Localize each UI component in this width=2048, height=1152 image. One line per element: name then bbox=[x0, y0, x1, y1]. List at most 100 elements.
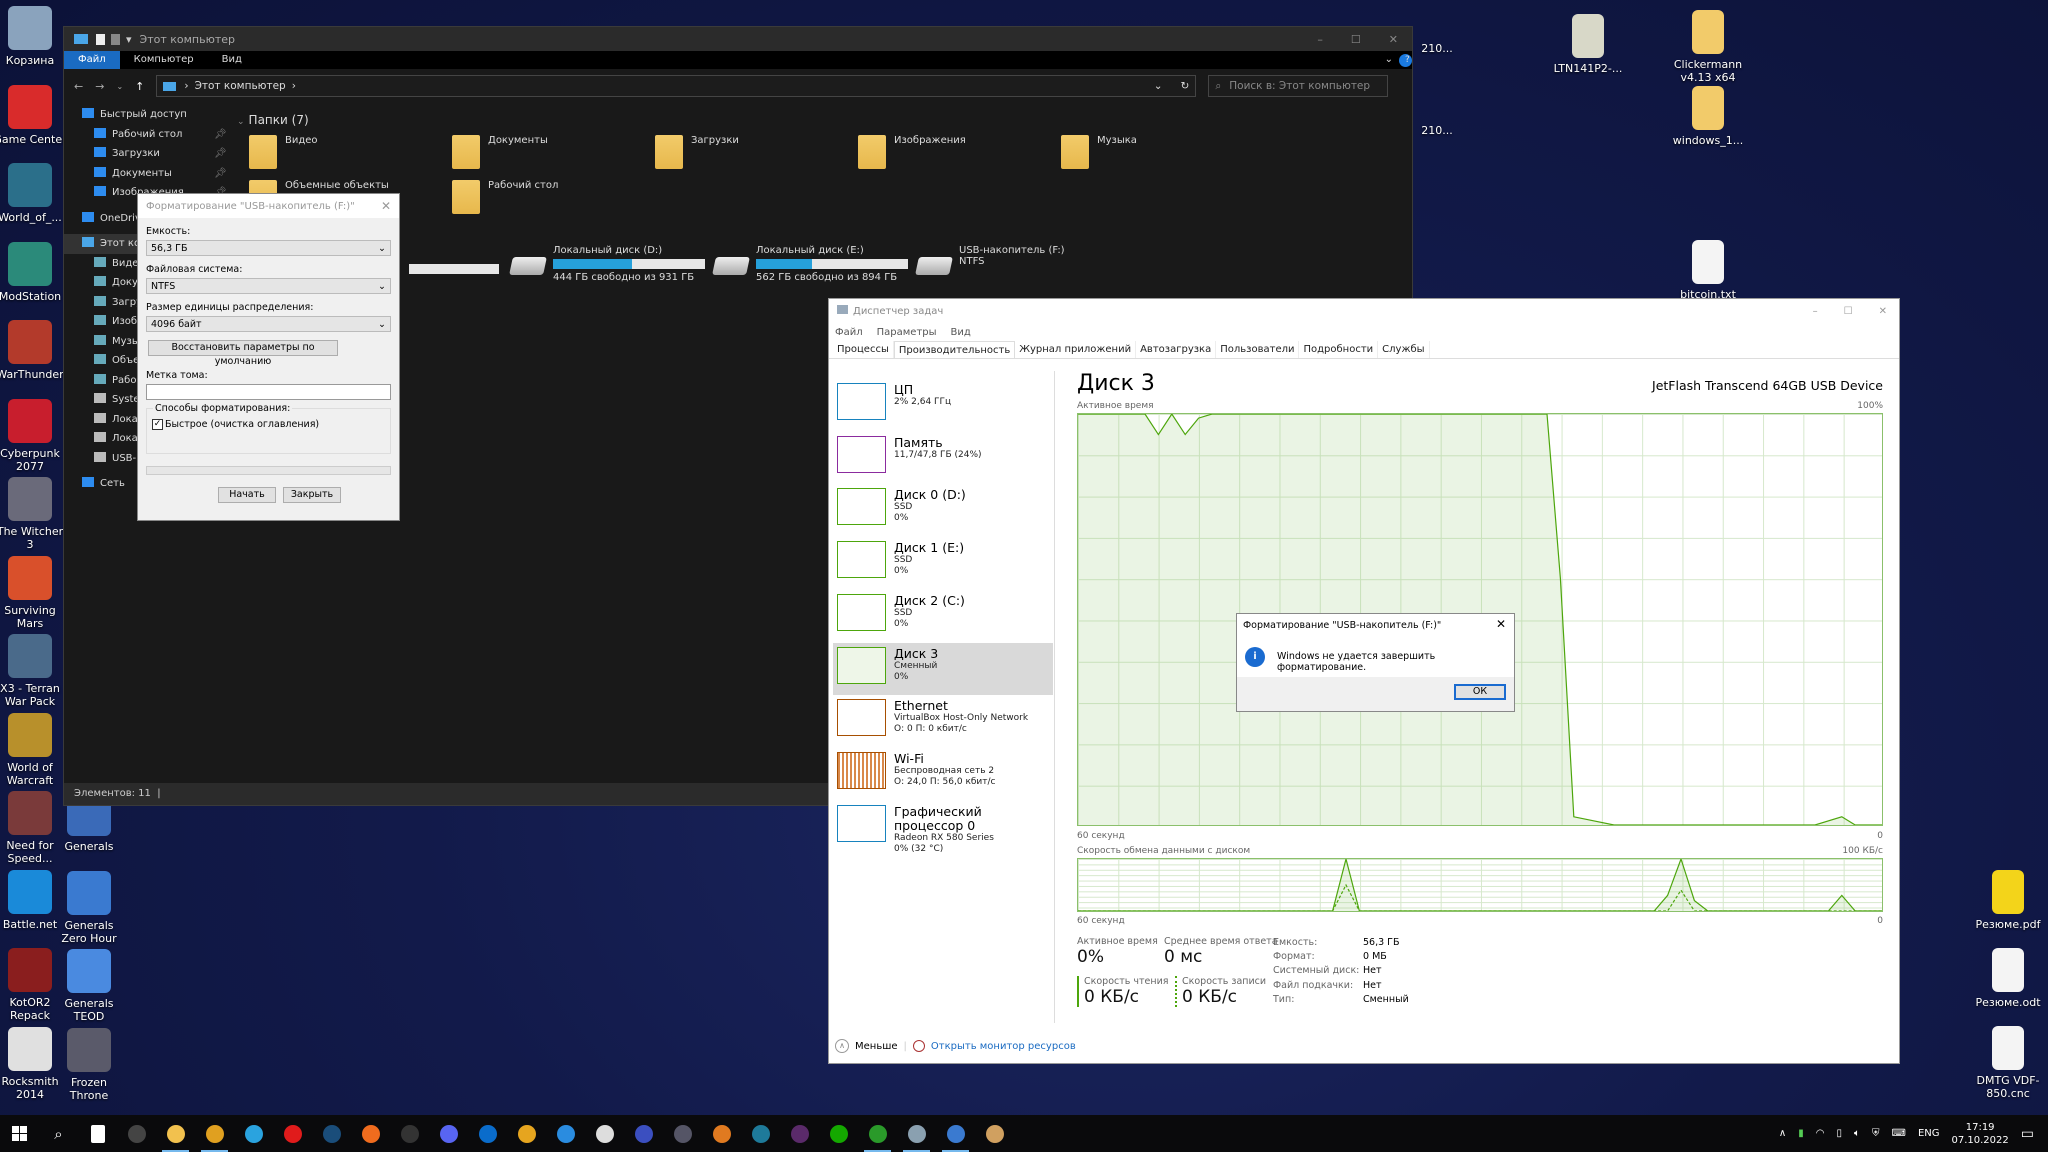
taskbar-app-xbox[interactable] bbox=[858, 1115, 897, 1152]
close-icon[interactable]: ✕ bbox=[381, 199, 391, 213]
desktop-icon-partial[interactable]: 210... bbox=[1412, 42, 1462, 55]
folder-item[interactable]: Документы bbox=[452, 135, 548, 169]
tab-1[interactable]: Производительность bbox=[893, 341, 1016, 358]
notifications-icon[interactable]: ▭ bbox=[2021, 1126, 2034, 1142]
folder-item[interactable]: Рабочий стол bbox=[452, 180, 558, 214]
ribbon-tab-file[interactable]: Файл bbox=[64, 51, 120, 69]
taskbar-app-layers-app[interactable] bbox=[507, 1115, 546, 1152]
maximize-button[interactable]: ☐ bbox=[1351, 33, 1361, 46]
tab-3[interactable]: Автозагрузка bbox=[1136, 341, 1217, 358]
taskbar-app-resource-monitor[interactable] bbox=[897, 1115, 936, 1152]
menu-view[interactable]: Вид bbox=[951, 327, 971, 338]
expand-ribbon-icon[interactable]: ⌄ bbox=[1379, 51, 1399, 69]
start-button[interactable] bbox=[0, 1115, 39, 1152]
minimize-button[interactable]: – bbox=[1317, 33, 1323, 46]
security-icon[interactable]: ⛨ bbox=[1872, 1128, 1880, 1139]
taskbar-app-steam[interactable] bbox=[312, 1115, 351, 1152]
desktop-icon[interactable]: World_of_... bbox=[0, 163, 68, 224]
desktop-icon[interactable]: ModStation bbox=[0, 241, 68, 303]
desktop-icon[interactable]: DMTG VDF-850.cnc bbox=[1970, 1026, 2046, 1100]
taskbar-app-gog-galaxy[interactable] bbox=[702, 1115, 741, 1152]
close-button[interactable]: Закрыть bbox=[283, 487, 341, 503]
desktop-icon[interactable]: Резюме.odt bbox=[1970, 948, 2046, 1009]
drive-item[interactable]: USB-накопитель (F:) NTFS bbox=[915, 245, 1065, 275]
perf-item[interactable]: Wi-Fi Беспроводная сеть 2 О: 24,0 П: 56,0 … bbox=[833, 748, 1053, 800]
perf-item[interactable]: Память 11,7/47,8 ГБ (24%) bbox=[833, 432, 1053, 484]
quick-access-dropdown-icon[interactable]: ▾ bbox=[126, 33, 132, 46]
desktop-icon[interactable]: Generals Zero Hour bbox=[51, 870, 127, 945]
taskbar-app-app-purple[interactable] bbox=[780, 1115, 819, 1152]
taskbar-app-qbittorrent[interactable] bbox=[936, 1115, 975, 1152]
pin-icon[interactable]: 📌︎ bbox=[214, 125, 227, 145]
quick-format-option[interactable]: ✓ Быстрое (очистка оглавления) bbox=[152, 419, 390, 430]
breadcrumb-this-pc[interactable]: Этот компьютер bbox=[195, 80, 286, 92]
nav-item[interactable]: Быстрый доступ bbox=[64, 105, 229, 125]
close-button[interactable]: ✕ bbox=[1879, 306, 1887, 317]
usb-icon[interactable]: ▯ bbox=[1836, 1128, 1842, 1139]
perf-item[interactable]: Графический процессор 0 Radeon RX 580 Ser… bbox=[833, 801, 1053, 854]
taskbar-app-terminal[interactable] bbox=[117, 1115, 156, 1152]
show-hidden-icons[interactable]: ∧ bbox=[1779, 1128, 1786, 1139]
perf-item[interactable]: Диск 3 Сменный 0% bbox=[833, 642, 1053, 695]
allocation-size-select[interactable]: 4096 байт ⌄ bbox=[146, 316, 391, 332]
taskbar-app-panel-app[interactable] bbox=[741, 1115, 780, 1152]
start-button[interactable]: Начать bbox=[218, 487, 276, 503]
taskbar-app-app-flame[interactable] bbox=[624, 1115, 663, 1152]
desktop-icon-partial[interactable]: 210... bbox=[1412, 124, 1462, 137]
taskbar-app-vscode[interactable] bbox=[546, 1115, 585, 1152]
tab-5[interactable]: Подробности bbox=[1299, 341, 1379, 358]
nav-item[interactable]: Документы 📌︎ bbox=[64, 164, 229, 184]
quick-format-checkbox[interactable]: ✓ bbox=[152, 419, 163, 430]
minimize-button[interactable]: – bbox=[1813, 306, 1818, 317]
close-button[interactable]: ✕ bbox=[1389, 33, 1398, 46]
perf-item[interactable]: Диск 2 (C:) SSD 0% bbox=[833, 590, 1053, 642]
desktop-icon[interactable]: The Witcher 3 bbox=[0, 477, 68, 551]
desktop-icon[interactable]: LTN141P2-... bbox=[1550, 14, 1626, 75]
perf-item[interactable]: Диск 0 (D:) SSD 0% bbox=[833, 484, 1053, 536]
ok-button[interactable]: ОК bbox=[1454, 684, 1506, 700]
tab-0[interactable]: Процессы bbox=[833, 341, 894, 358]
maximize-button[interactable]: ☐ bbox=[1844, 306, 1853, 317]
nav-item[interactable]: Загрузки 📌︎ bbox=[64, 144, 229, 164]
desktop-icon[interactable]: bitcoin.txt bbox=[1670, 240, 1746, 301]
taskbar-app-youtube-music[interactable] bbox=[273, 1115, 312, 1152]
search-box[interactable]: ⌕ Поиск в: Этот компьютер bbox=[1208, 75, 1389, 97]
desktop-icon[interactable]: Game Center bbox=[0, 84, 68, 146]
menu-file[interactable]: Файл bbox=[835, 327, 863, 338]
tab-6[interactable]: Службы bbox=[1378, 341, 1430, 358]
close-icon[interactable]: ✕ bbox=[1496, 617, 1506, 631]
desktop-icon[interactable]: WarThunder bbox=[0, 320, 68, 381]
taskbar-app-discord[interactable] bbox=[429, 1115, 468, 1152]
forward-icon[interactable]: → bbox=[95, 80, 104, 93]
taskbar-app-ableton-live[interactable] bbox=[663, 1115, 702, 1152]
taskbar-app-chrome[interactable] bbox=[195, 1115, 234, 1152]
desktop-icon[interactable]: Surviving Mars bbox=[0, 555, 68, 630]
pin-icon[interactable]: 📌︎ bbox=[214, 164, 227, 184]
taskbar-app-upwork[interactable] bbox=[819, 1115, 858, 1152]
menu-options[interactable]: Параметры bbox=[877, 327, 937, 338]
desktop-icon[interactable]: Корзина bbox=[0, 6, 68, 67]
address-bar[interactable]: › Этот компьютер › ⌄ ↻ bbox=[156, 75, 1197, 97]
signal-icon[interactable]: ▮ bbox=[1798, 1128, 1804, 1139]
language-indicator[interactable]: ENG bbox=[1918, 1128, 1940, 1139]
taskbar-app-file-explorer[interactable] bbox=[156, 1115, 195, 1152]
help-icon[interactable]: ? bbox=[1399, 54, 1412, 67]
collapse-icon[interactable]: ∧ bbox=[835, 1039, 849, 1053]
nav-item[interactable]: Рабочий стол 📌︎ bbox=[64, 125, 229, 145]
fewer-details-button[interactable]: Меньше bbox=[855, 1041, 898, 1052]
taskbar-app-outlook[interactable] bbox=[468, 1115, 507, 1152]
desktop-icon[interactable]: X3 - Terran War Pack bbox=[0, 634, 68, 708]
drive-item[interactable]: Локальный диск (E:) 562 ГБ свободно из 89… bbox=[712, 245, 908, 283]
new-folder-icon[interactable] bbox=[111, 33, 120, 45]
desktop-icon[interactable]: windows_1... bbox=[1670, 86, 1746, 147]
folder-item[interactable]: Загрузки bbox=[655, 135, 739, 169]
clock[interactable]: 17:19 07.10.2022 bbox=[1952, 1121, 2009, 1147]
desktop-icon[interactable]: Резюме.pdf bbox=[1970, 870, 2046, 931]
perf-item[interactable]: Ethernet VirtualBox Host-Only Network О: 0… bbox=[833, 695, 1053, 747]
folder-item[interactable]: Видео bbox=[249, 135, 318, 169]
folders-section-header[interactable]: ⌄ Папки (7) bbox=[237, 113, 309, 127]
taskbar-app-epic-games[interactable] bbox=[390, 1115, 429, 1152]
wifi-icon[interactable]: ◠ bbox=[1816, 1128, 1825, 1139]
desktop-icon[interactable]: Frozen Throne bbox=[51, 1027, 127, 1102]
desktop-icon[interactable]: World of Warcraft bbox=[0, 712, 68, 787]
